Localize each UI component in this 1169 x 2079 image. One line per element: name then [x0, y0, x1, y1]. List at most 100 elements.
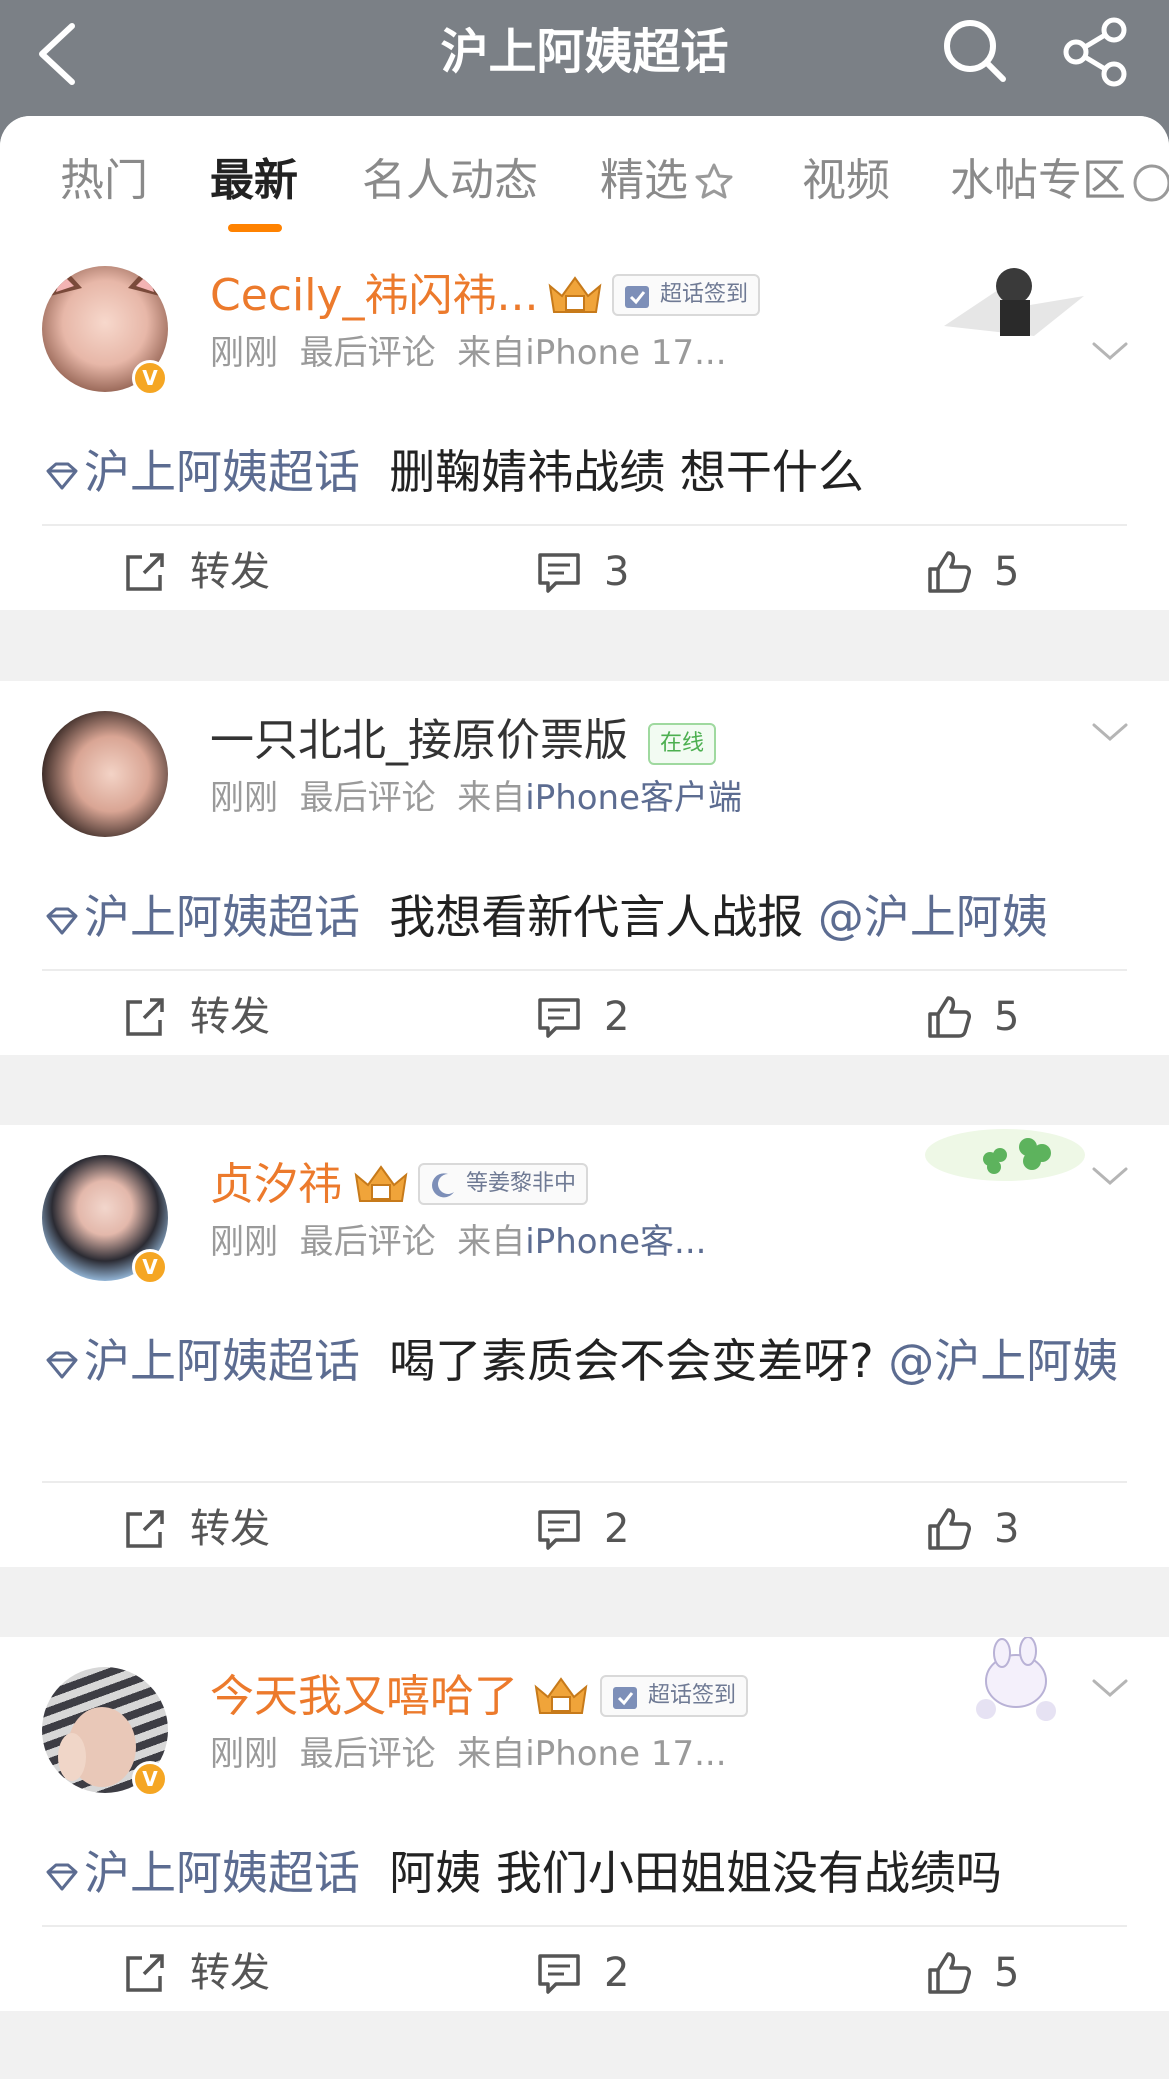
like-icon	[928, 996, 971, 1038]
divider	[42, 1481, 1127, 1483]
post-text: 删鞠婧祎战绩 想干什么	[389, 445, 864, 499]
repost-button[interactable]: 转发	[122, 542, 270, 600]
badge-label: 超话签到	[660, 282, 749, 307]
bunny-decoration	[976, 1637, 1056, 1721]
like-count: 3	[994, 1506, 1020, 1552]
divider	[42, 524, 1127, 526]
gem-icon	[46, 1351, 78, 1378]
comment-icon	[538, 998, 580, 1038]
comment-count: 2	[604, 1950, 630, 1996]
last-comment-label: 最后评论	[299, 1222, 436, 1262]
post-meta: 刚刚 最后评论 来自iPhone 17...	[210, 330, 727, 376]
featured-badge-icon	[695, 163, 733, 199]
repost-button[interactable]: 转发	[122, 1499, 270, 1557]
post-time: 刚刚	[210, 333, 278, 373]
repost-label: 转发	[190, 994, 270, 1040]
like-count: 5	[994, 1950, 1020, 1996]
post-card[interactable]: 一只北北_接原价票版 在线 刚刚 最后评论 来自iPhone客户端 沪上阿姨超话…	[0, 681, 1169, 1055]
post-card[interactable]: V 今天我又嘻哈了 超话签到 刚刚 最后评论 来自iPhone 17... 沪上…	[0, 1637, 1169, 2011]
repost-label: 转发	[190, 1506, 270, 1552]
post-source: iPhone 17...	[525, 333, 727, 373]
username[interactable]: 今天我又嘻哈了	[210, 1667, 518, 1727]
tab-video[interactable]: 视频	[802, 150, 890, 212]
mention-link[interactable]: @沪上阿姨	[818, 890, 1048, 944]
tab-latest[interactable]: 最新	[210, 150, 298, 212]
post-text: 喝了素质会不会变差呀?	[389, 1334, 874, 1388]
username[interactable]: Cecily_祎闪祎...	[210, 266, 538, 326]
like-icon	[928, 551, 971, 593]
repost-button[interactable]: 转发	[122, 987, 270, 1045]
post-source[interactable]: iPhone客...	[525, 1222, 706, 1262]
post-source: iPhone 17...	[525, 1734, 727, 1774]
post-content: 沪上阿姨超话 喝了素质会不会变差呀? @沪上阿姨	[42, 1327, 1139, 1395]
repost-icon	[126, 1954, 164, 1992]
topic-link[interactable]: 沪上阿姨超话	[42, 445, 360, 499]
topic-link[interactable]: 沪上阿姨超话	[42, 890, 360, 944]
comment-button[interactable]: 2	[536, 1499, 629, 1557]
repost-button[interactable]: 转发	[122, 1943, 270, 2001]
comment-icon	[538, 1510, 580, 1550]
top-bar: 沪上阿姨超话	[0, 0, 1169, 130]
chevron-down-icon[interactable]	[1090, 719, 1130, 747]
post-content: 沪上阿姨超话 我想看新代言人战报 @沪上阿姨	[42, 883, 1139, 951]
comment-button[interactable]: 2	[536, 1943, 629, 2001]
verified-badge-icon: V	[132, 1249, 168, 1285]
tab-water-label: 水帖专区	[950, 155, 1126, 206]
post-time: 刚刚	[210, 778, 278, 818]
post-card[interactable]: V Cecily_祎闪祎... 超话签到 刚刚 最后评论 来自iPhone 17…	[0, 236, 1169, 610]
tab-water[interactable]: 水帖专区	[950, 150, 1169, 212]
like-icon	[928, 1508, 971, 1550]
mention-link[interactable]: @沪上阿姨	[888, 1334, 1118, 1388]
crown-icon	[354, 1165, 408, 1202]
topic-name: 沪上阿姨超话	[84, 890, 360, 944]
like-button[interactable]: 5	[926, 987, 1019, 1045]
post-text: 我想看新代言人战报	[389, 890, 804, 944]
search-icon	[944, 20, 1006, 82]
search-button[interactable]	[940, 16, 1010, 86]
topic-link[interactable]: 沪上阿姨超话	[42, 1334, 360, 1388]
last-comment-label: 最后评论	[299, 1734, 436, 1774]
card-decoration	[944, 268, 1084, 336]
tab-celebrity[interactable]: 名人动态	[362, 150, 538, 212]
tab-hot[interactable]: 热门	[60, 150, 148, 212]
like-button[interactable]: 5	[926, 542, 1019, 600]
topic-link[interactable]: 沪上阿姨超话	[42, 1846, 360, 1900]
comment-icon	[538, 553, 580, 593]
topic-name: 沪上阿姨超话	[84, 445, 360, 499]
comment-button[interactable]: 3	[536, 542, 629, 600]
gem-icon	[46, 1863, 78, 1890]
username[interactable]: 贞汐祎	[210, 1155, 342, 1215]
username[interactable]: 一只北北_接原价票版	[210, 711, 628, 771]
like-button[interactable]: 5	[926, 1943, 1019, 2001]
crown-icon	[548, 276, 602, 313]
share-button[interactable]	[1060, 16, 1132, 88]
post-source[interactable]: iPhone客户端	[525, 778, 742, 818]
calendar-check-icon	[625, 286, 649, 308]
topic-name: 沪上阿姨超话	[84, 1846, 360, 1900]
post-content: 沪上阿姨超话 阿姨 我们小田姐姐没有战绩吗	[42, 1839, 1139, 1907]
like-count: 5	[994, 549, 1020, 595]
repost-icon	[126, 553, 164, 591]
like-icon	[928, 1952, 971, 1994]
avatar[interactable]	[42, 711, 168, 837]
repost-icon	[126, 1510, 164, 1548]
like-button[interactable]: 3	[926, 1499, 1019, 1557]
verified-badge-icon: V	[132, 360, 168, 396]
divider	[42, 969, 1127, 971]
post-meta: 刚刚 最后评论 来自iPhone客户端	[210, 775, 742, 821]
repost-label: 转发	[190, 549, 270, 595]
chevron-down-icon[interactable]	[1090, 338, 1130, 366]
tab-featured[interactable]: 精选	[600, 150, 736, 212]
comment-button[interactable]: 2	[536, 987, 629, 1045]
crown-icon	[534, 1677, 588, 1714]
checkin-badge: 超话签到	[600, 1675, 749, 1717]
chevron-down-icon[interactable]	[1090, 1163, 1130, 1191]
comment-count: 2	[604, 1506, 630, 1552]
calendar-check-icon	[613, 1687, 637, 1709]
source-prefix: 来自	[457, 778, 526, 818]
active-tab-indicator	[228, 224, 282, 232]
chevron-down-icon[interactable]	[1090, 1675, 1130, 1703]
badge-label: 超话签到	[648, 1683, 737, 1708]
post-card[interactable]: V 贞汐祎 等姜黎非中 刚刚 最后评论 来自iPhone客... 沪上阿姨超话	[0, 1125, 1169, 1567]
moon-icon	[432, 1173, 454, 1198]
